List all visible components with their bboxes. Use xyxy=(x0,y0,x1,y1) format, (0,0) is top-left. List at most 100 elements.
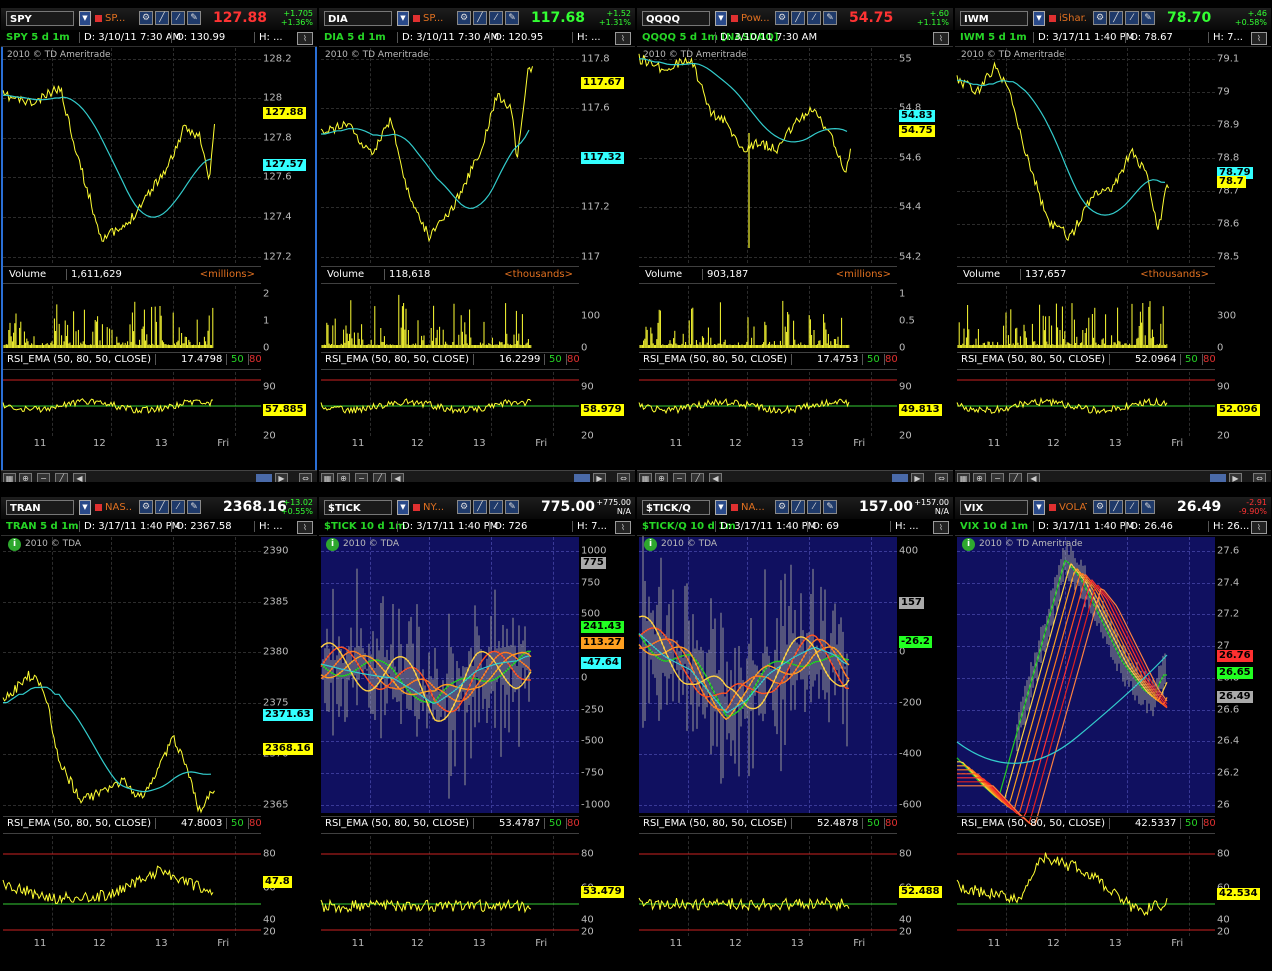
bar-open: O: 69 xyxy=(807,521,839,532)
scrollbar-thumb[interactable] xyxy=(256,474,272,482)
scrollbar-thumb[interactable] xyxy=(1210,474,1226,482)
rsi-axis-tick: 80 xyxy=(1217,848,1230,860)
scroll-right-button[interactable]: ▶ xyxy=(593,473,606,482)
net-change: +1.705 +1.36% xyxy=(281,9,313,27)
chart-type-button[interactable]: ⌇ xyxy=(933,521,949,534)
settings-button[interactable]: ⚙ xyxy=(139,500,153,514)
scroll-right-button[interactable]: ▶ xyxy=(275,473,288,482)
chart-type-button[interactable]: ⌇ xyxy=(933,32,949,45)
style-button[interactable]: ✎ xyxy=(1141,11,1155,25)
drawing-tool-button[interactable]: ╱ xyxy=(373,473,386,482)
grid-button[interactable]: ▦ xyxy=(3,473,16,482)
expand-button[interactable]: ⇔ xyxy=(935,473,948,482)
style-button[interactable]: ✎ xyxy=(1141,500,1155,514)
symbol-field[interactable]: $TICK xyxy=(324,500,392,515)
settings-button[interactable]: ⚙ xyxy=(139,11,153,25)
chart-type-button[interactable]: ⌇ xyxy=(297,32,313,45)
studies-button[interactable]: ⁄ xyxy=(489,11,503,25)
drawing-button[interactable]: ╱ xyxy=(791,500,805,514)
chart-type-button[interactable]: ⌇ xyxy=(297,521,313,534)
scroll-left-button[interactable]: ◀ xyxy=(1027,473,1040,482)
symbol-field[interactable]: DIA xyxy=(324,11,392,26)
expand-button[interactable]: ⇔ xyxy=(617,473,630,482)
style-button[interactable]: ✎ xyxy=(187,11,201,25)
scrollbar-thumb[interactable] xyxy=(574,474,590,482)
expand-button[interactable]: ⇔ xyxy=(1253,473,1266,482)
symbol-field[interactable]: IWM xyxy=(960,11,1028,26)
settings-button[interactable]: ⚙ xyxy=(457,500,471,514)
grid-button[interactable]: ▦ xyxy=(321,473,334,482)
zoom-out-button[interactable]: − xyxy=(37,473,50,482)
symbol-dropdown-button[interactable]: ▼ xyxy=(1033,11,1045,26)
studies-button[interactable]: ⁄ xyxy=(807,500,821,514)
drawing-button[interactable]: ╱ xyxy=(155,11,169,25)
rsi-axis-tick: 20 xyxy=(899,430,912,442)
symbol-field[interactable]: VIX xyxy=(960,500,1028,515)
drawing-button[interactable]: ╱ xyxy=(473,11,487,25)
symbol-field[interactable]: QQQQ xyxy=(642,11,710,26)
zoom-in-button[interactable]: ⊕ xyxy=(973,473,986,482)
settings-button[interactable]: ⚙ xyxy=(1093,11,1107,25)
scroll-right-button[interactable]: ▶ xyxy=(1229,473,1242,482)
drawing-tool-button[interactable]: ╱ xyxy=(691,473,704,482)
chart-type-button[interactable]: ⌇ xyxy=(615,32,631,45)
settings-button[interactable]: ⚙ xyxy=(1093,500,1107,514)
settings-button[interactable]: ⚙ xyxy=(775,500,789,514)
style-button[interactable]: ✎ xyxy=(187,500,201,514)
scroll-right-button[interactable]: ▶ xyxy=(911,473,924,482)
scroll-left-button[interactable]: ◀ xyxy=(73,473,86,482)
style-button[interactable]: ✎ xyxy=(823,11,837,25)
chart-type-button[interactable]: ⌇ xyxy=(1251,32,1267,45)
symbol-dropdown-button[interactable]: ▼ xyxy=(79,500,91,515)
expand-button[interactable]: ⇔ xyxy=(299,473,312,482)
zoom-in-button[interactable]: ⊕ xyxy=(19,473,32,482)
zoom-out-button[interactable]: − xyxy=(991,473,1004,482)
bar-datetime: D: 3/17/11 1:40 PM xyxy=(397,521,498,532)
symbol-dropdown-button[interactable]: ▼ xyxy=(397,11,409,26)
drawing-button[interactable]: ╱ xyxy=(155,500,169,514)
scroll-left-button[interactable]: ◀ xyxy=(391,473,404,482)
price-line xyxy=(2,84,215,242)
style-button[interactable]: ✎ xyxy=(505,500,519,514)
studies-button[interactable]: ⁄ xyxy=(489,500,503,514)
settings-button[interactable]: ⚙ xyxy=(457,11,471,25)
zoom-in-button[interactable]: ⊕ xyxy=(655,473,668,482)
zoom-in-button[interactable]: ⊕ xyxy=(337,473,350,482)
zoom-out-button[interactable]: − xyxy=(355,473,368,482)
drawing-tool-button[interactable]: ╱ xyxy=(1009,473,1022,482)
price-plot: 2010 © TD Ameritrade xyxy=(638,48,897,263)
rsi-axis-tick: 80 xyxy=(263,848,276,860)
scroll-left-button[interactable]: ◀ xyxy=(709,473,722,482)
drawing-button[interactable]: ╱ xyxy=(1109,11,1123,25)
symbol-dropdown-button[interactable]: ▼ xyxy=(79,11,91,26)
studies-button[interactable]: ⁄ xyxy=(171,11,185,25)
rsi-axis: 90 20 57.885 xyxy=(263,372,315,442)
price-chart xyxy=(638,53,851,248)
symbol-field[interactable]: $TICK/Q xyxy=(642,500,710,515)
symbol-dropdown-button[interactable]: ▼ xyxy=(715,500,727,515)
symbol-dropdown-button[interactable]: ▼ xyxy=(1033,500,1045,515)
scrollbar-thumb[interactable] xyxy=(892,474,908,482)
style-button[interactable]: ✎ xyxy=(823,500,837,514)
symbol-field[interactable]: SPY xyxy=(6,11,74,26)
studies-button[interactable]: ⁄ xyxy=(807,11,821,25)
studies-icon: ⁄ xyxy=(495,502,497,512)
zoom-out-button[interactable]: − xyxy=(673,473,686,482)
drawing-tool-button[interactable]: ╱ xyxy=(55,473,68,482)
symbol-field[interactable]: TRAN xyxy=(6,500,74,515)
studies-button[interactable]: ⁄ xyxy=(171,500,185,514)
symbol-dropdown-button[interactable]: ▼ xyxy=(715,11,727,26)
style-button[interactable]: ✎ xyxy=(505,11,519,25)
grid-button[interactable]: ▦ xyxy=(639,473,652,482)
drawing-button[interactable]: ╱ xyxy=(1109,500,1123,514)
chart-type-button[interactable]: ⌇ xyxy=(1251,521,1267,534)
drawing-button[interactable]: ╱ xyxy=(473,500,487,514)
studies-button[interactable]: ⁄ xyxy=(1125,500,1139,514)
studies-button[interactable]: ⁄ xyxy=(1125,11,1139,25)
chart-type-button[interactable]: ⌇ xyxy=(615,521,631,534)
bar-datetime: D: 3/17/11 1:40 PM xyxy=(715,521,816,532)
symbol-dropdown-button[interactable]: ▼ xyxy=(397,500,409,515)
grid-button[interactable]: ▦ xyxy=(957,473,970,482)
drawing-button[interactable]: ╱ xyxy=(791,11,805,25)
settings-button[interactable]: ⚙ xyxy=(775,11,789,25)
